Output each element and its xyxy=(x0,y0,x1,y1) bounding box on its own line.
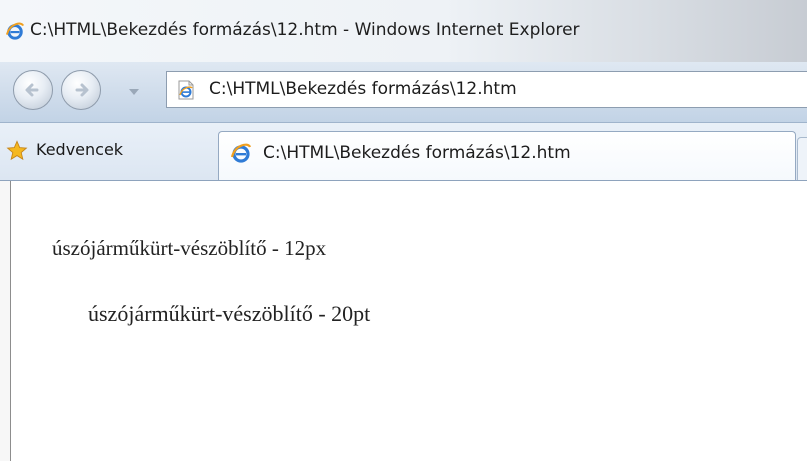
tab-label: C:\HTML\Bekezdés formázás\12.htm xyxy=(263,143,571,163)
tab-active[interactable]: C:\HTML\Bekezdés formázás\12.htm xyxy=(218,131,796,180)
ie-icon xyxy=(231,143,251,163)
paragraph-12px: úszójárműkürt-vészöblítő - 12px xyxy=(52,236,327,260)
content-left-border xyxy=(0,181,11,461)
favorites-label: Kedvencek xyxy=(36,140,124,159)
ie-icon xyxy=(6,22,24,40)
star-icon xyxy=(6,140,28,161)
back-arrow-icon xyxy=(25,83,39,97)
new-tab-button[interactable] xyxy=(797,137,807,180)
window-title: C:\HTML\Bekezdés formázás\12.htm - Windo… xyxy=(30,20,580,40)
paragraph-20pt: úszójárműkürt-vészöblítő - 20pt xyxy=(88,301,371,326)
address-url[interactable]: C:\HTML\Bekezdés formázás\12.htm xyxy=(209,72,517,107)
chevron-down-icon[interactable] xyxy=(128,87,140,97)
address-bar[interactable]: C:\HTML\Bekezdés formázás\12.htm xyxy=(166,71,807,108)
page-content: úszójárműkürt-vészöblítő - 12px úszójárm… xyxy=(0,181,807,461)
forward-button[interactable] xyxy=(61,70,101,110)
forward-arrow-icon xyxy=(75,83,89,97)
window-title-bar: C:\HTML\Bekezdés formázás\12.htm - Windo… xyxy=(0,0,807,62)
back-button[interactable] xyxy=(13,70,53,110)
page-icon xyxy=(178,80,194,100)
favorites-button[interactable]: Kedvencek xyxy=(6,131,212,169)
navigation-bar: C:\HTML\Bekezdés formázás\12.htm xyxy=(0,62,807,123)
favorites-tab-bar: Kedvencek C:\HTML\Bekezdés formázás\12.h… xyxy=(0,123,807,181)
